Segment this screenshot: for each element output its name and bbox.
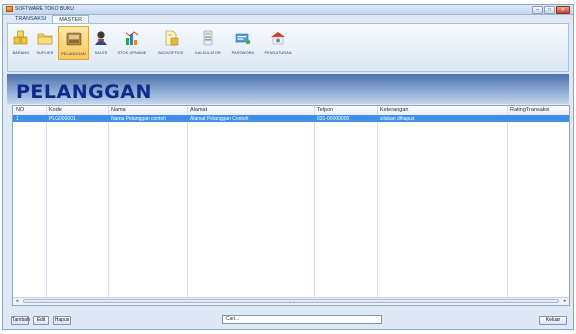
hapus-button[interactable]: Hapus bbox=[53, 316, 71, 325]
window-title: SOFTWARE TOKO BUKU bbox=[15, 6, 74, 12]
ribbon-backoffice-button[interactable]: BACKOFFICE bbox=[153, 26, 189, 60]
column-divider bbox=[108, 106, 109, 305]
ribbon-label: PELANGGAN bbox=[61, 52, 86, 56]
folder-icon bbox=[37, 33, 53, 45]
ribbon-suplier-button[interactable]: SUPLIER bbox=[34, 26, 56, 60]
cell-telpon: 031-00000000 bbox=[317, 115, 350, 122]
title-bar: SOFTWARE TOKO BUKU – □ ✕ bbox=[3, 5, 573, 15]
ribbon-password-button[interactable]: PASSWORD bbox=[227, 26, 259, 60]
scrollbar-thumb[interactable]: ⋮⋮ bbox=[23, 299, 559, 304]
window-controls: – □ ✕ bbox=[532, 6, 570, 14]
person-icon bbox=[95, 31, 107, 45]
ribbon-barang-button[interactable]: BARANG bbox=[10, 26, 32, 60]
column-divider bbox=[314, 106, 315, 305]
calculator-icon bbox=[203, 30, 213, 46]
cell-keterangan: silakan dihapus bbox=[380, 115, 415, 122]
close-button[interactable]: ✕ bbox=[556, 6, 570, 14]
tambah-button[interactable]: Tambah bbox=[11, 316, 30, 325]
scroll-right-icon[interactable]: ▸ bbox=[561, 298, 569, 304]
column-divider bbox=[377, 106, 378, 305]
column-header-nama[interactable]: Nama bbox=[111, 107, 126, 113]
app-icon bbox=[6, 6, 13, 12]
ribbon-label: BARANG bbox=[12, 51, 30, 55]
minimize-button[interactable]: – bbox=[532, 6, 543, 14]
customer-table[interactable]: NO Kode Nama Alamat Telpon Keterangan Ra… bbox=[12, 105, 570, 306]
column-header-telpon[interactable]: Telpon bbox=[317, 107, 333, 113]
column-header-rating-transaksi[interactable]: RatingTransaksi bbox=[510, 107, 550, 113]
box-stack-icon bbox=[13, 30, 28, 45]
column-header-no[interactable]: NO bbox=[16, 107, 24, 113]
ribbon-label: BACKOFFICE bbox=[158, 51, 184, 55]
password-icon bbox=[235, 33, 251, 45]
search-input[interactable]: Cari... bbox=[222, 315, 382, 324]
customer-card-icon bbox=[66, 32, 81, 46]
scroll-left-icon[interactable]: ◂ bbox=[13, 298, 21, 304]
column-header-alamat[interactable]: Alamat bbox=[190, 107, 207, 113]
keluar-button[interactable]: Keluar bbox=[539, 316, 567, 325]
column-divider bbox=[46, 106, 47, 305]
grip-icon: ⋮⋮ bbox=[288, 299, 296, 304]
ribbon-label: SUPLIER bbox=[36, 51, 54, 55]
settings-icon bbox=[271, 32, 285, 45]
ribbon-label: PASSWORD bbox=[231, 51, 255, 55]
maximize-button[interactable]: □ bbox=[544, 6, 555, 14]
horizontal-scrollbar[interactable]: ◂ ⋮⋮ ▸ bbox=[13, 297, 569, 305]
column-header-keterangan[interactable]: Keterangan bbox=[380, 107, 408, 113]
ribbon-sales-button[interactable]: SALES bbox=[91, 26, 111, 60]
ribbon-label: PENGATURAN bbox=[264, 51, 292, 55]
ribbon-label: KALKULATOR bbox=[195, 51, 221, 55]
ribbon-label: STOK OPNAME bbox=[117, 51, 147, 55]
ribbon-pengaturan-button[interactable]: PENGATURAN bbox=[260, 26, 296, 60]
app-window: SOFTWARE TOKO BUKU – □ ✕ TRANSAKSI MASTE… bbox=[2, 4, 574, 330]
ribbon-stok-opname-button[interactable]: STOK OPNAME bbox=[112, 26, 152, 60]
cell-alamat: Alamat Pelanggan Contoh bbox=[190, 115, 249, 122]
column-divider bbox=[507, 106, 508, 305]
ribbon-label: SALES bbox=[94, 51, 108, 55]
cell-nama: Nama Pelanggan contoh bbox=[111, 115, 167, 122]
stock-chart-icon bbox=[125, 31, 139, 45]
cell-kode: PLG000001 bbox=[49, 115, 76, 122]
cell-no: 1 bbox=[16, 115, 19, 122]
column-divider bbox=[187, 106, 188, 305]
column-header-kode[interactable]: Kode bbox=[49, 107, 62, 113]
office-document-icon bbox=[165, 30, 179, 46]
ribbon-kalkulator-button[interactable]: KALKULATOR bbox=[190, 26, 226, 60]
table-row[interactable]: 1 PLG000001 Nama Pelanggan contoh Alamat… bbox=[13, 115, 569, 122]
page-title: PELANGGAN bbox=[16, 81, 152, 103]
ribbon-pelanggan-button[interactable]: PELANGGAN bbox=[58, 26, 89, 60]
ribbon-toolbar: BARANG SUPLIER PELANGGAN SALES STOK OPNA… bbox=[7, 23, 569, 72]
tab-transaksi[interactable]: TRANSAKSI bbox=[9, 15, 52, 23]
edit-button[interactable]: Edit bbox=[33, 316, 49, 325]
menu-tabs: TRANSAKSI MASTER bbox=[9, 15, 90, 24]
heading-band: PELANGGAN bbox=[7, 74, 569, 104]
